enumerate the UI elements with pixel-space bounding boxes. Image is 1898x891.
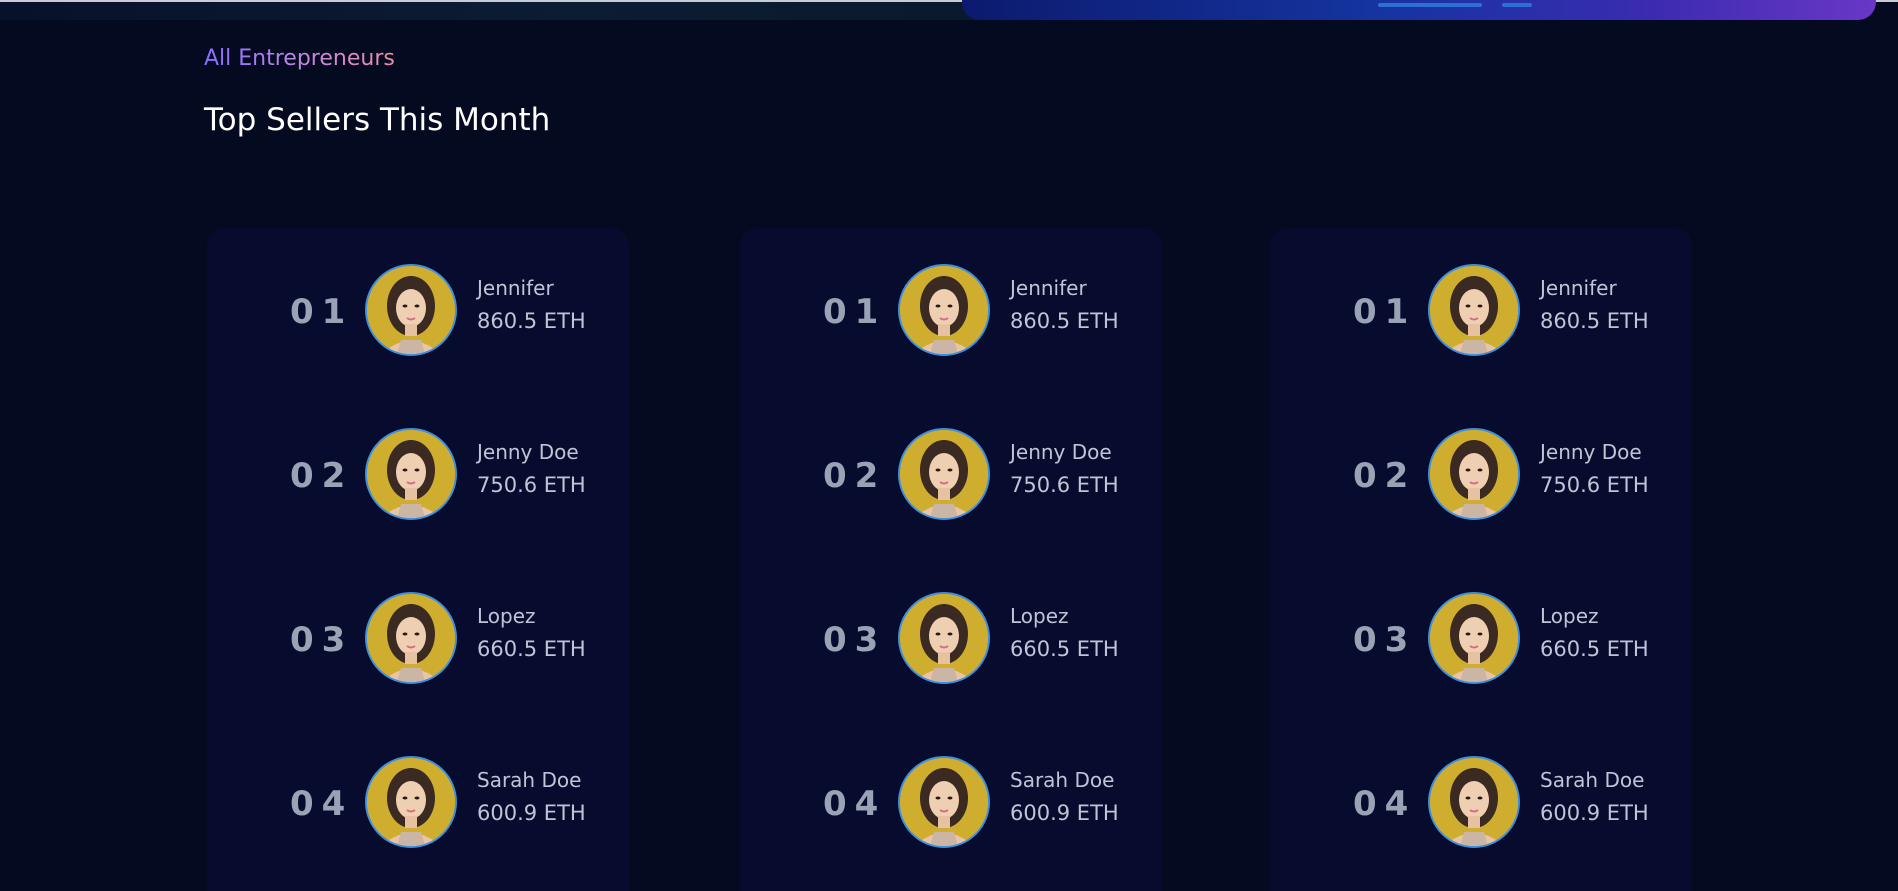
seller-name[interactable]: Sarah Doe [1540, 768, 1644, 792]
seller-rank: 02 [290, 456, 354, 496]
seller-name[interactable]: Lopez [477, 604, 536, 628]
seller-rank: 03 [290, 620, 354, 660]
seller-avatar[interactable] [1428, 428, 1520, 520]
seller-row[interactable]: 04 Sarah Doe 600.9 ETH [207, 756, 629, 848]
seller-amount: 860.5 ETH [1010, 309, 1119, 333]
seller-rank: 04 [823, 784, 887, 824]
seller-avatar[interactable] [1428, 756, 1520, 848]
seller-amount: 600.9 ETH [1010, 801, 1119, 825]
seller-name[interactable]: Jenny Doe [1010, 440, 1112, 464]
seller-name[interactable]: Sarah Doe [477, 768, 581, 792]
seller-row[interactable]: 01 Jennifer 860.5 ETH [1270, 264, 1692, 356]
seller-name[interactable]: Lopez [1010, 604, 1069, 628]
seller-row[interactable]: 02 Jenny Doe 750.6 ETH [1270, 428, 1692, 520]
seller-amount: 600.9 ETH [477, 801, 586, 825]
seller-avatar[interactable] [898, 264, 990, 356]
seller-rank: 02 [1353, 456, 1417, 496]
seller-amount: 660.5 ETH [477, 637, 586, 661]
seller-amount: 660.5 ETH [1540, 637, 1649, 661]
seller-row[interactable]: 02 Jenny Doe 750.6 ETH [207, 428, 629, 520]
seller-row[interactable]: 03 Lopez 660.5 ETH [207, 592, 629, 684]
seller-name[interactable]: Jennifer [477, 276, 554, 300]
seller-amount: 860.5 ETH [1540, 309, 1649, 333]
seller-row[interactable]: 01 Jennifer 860.5 ETH [740, 264, 1162, 356]
seller-row[interactable]: 02 Jenny Doe 750.6 ETH [740, 428, 1162, 520]
seller-row[interactable]: 03 Lopez 660.5 ETH [1270, 592, 1692, 684]
seller-avatar[interactable] [1428, 592, 1520, 684]
seller-name[interactable]: Lopez [1540, 604, 1599, 628]
seller-name[interactable]: Jenny Doe [1540, 440, 1642, 464]
banner-accent [1378, 3, 1482, 7]
seller-name[interactable]: Jenny Doe [477, 440, 579, 464]
seller-rank: 04 [290, 784, 354, 824]
seller-rank: 01 [823, 292, 887, 332]
seller-avatar[interactable] [365, 264, 457, 356]
seller-rank: 02 [823, 456, 887, 496]
sellers-panel: 01 Jennifer 860.5 ETH 02 Jenny Doe 750.6… [1270, 228, 1692, 891]
seller-avatar[interactable] [365, 756, 457, 848]
seller-row[interactable]: 04 Sarah Doe 600.9 ETH [1270, 756, 1692, 848]
banner-accent [1502, 3, 1532, 7]
section-eyebrow[interactable]: All Entrepreneurs [204, 46, 395, 71]
seller-name[interactable]: Sarah Doe [1010, 768, 1114, 792]
seller-name[interactable]: Jennifer [1010, 276, 1087, 300]
seller-rank: 03 [1353, 620, 1417, 660]
seller-amount: 600.9 ETH [1540, 801, 1649, 825]
seller-row[interactable]: 04 Sarah Doe 600.9 ETH [740, 756, 1162, 848]
seller-rank: 03 [823, 620, 887, 660]
seller-avatar[interactable] [365, 592, 457, 684]
seller-rank: 01 [290, 292, 354, 332]
seller-rank: 04 [1353, 784, 1417, 824]
seller-amount: 660.5 ETH [1010, 637, 1119, 661]
seller-row[interactable]: 01 Jennifer 860.5 ETH [207, 264, 629, 356]
hero-banner-edge [962, 0, 1876, 20]
seller-amount: 750.6 ETH [1010, 473, 1119, 497]
section-title: Top Sellers This Month [204, 102, 551, 138]
seller-avatar[interactable] [365, 428, 457, 520]
seller-amount: 750.6 ETH [1540, 473, 1649, 497]
sellers-panel: 01 Jennifer 860.5 ETH 02 Jenny Doe 750.6… [207, 228, 629, 891]
seller-avatar[interactable] [1428, 264, 1520, 356]
seller-avatar[interactable] [898, 756, 990, 848]
sellers-panel: 01 Jennifer 860.5 ETH 02 Jenny Doe 750.6… [740, 228, 1162, 891]
seller-name[interactable]: Jennifer [1540, 276, 1617, 300]
seller-avatar[interactable] [898, 428, 990, 520]
seller-amount: 750.6 ETH [477, 473, 586, 497]
seller-avatar[interactable] [898, 592, 990, 684]
seller-row[interactable]: 03 Lopez 660.5 ETH [740, 592, 1162, 684]
seller-amount: 860.5 ETH [477, 309, 586, 333]
seller-rank: 01 [1353, 292, 1417, 332]
